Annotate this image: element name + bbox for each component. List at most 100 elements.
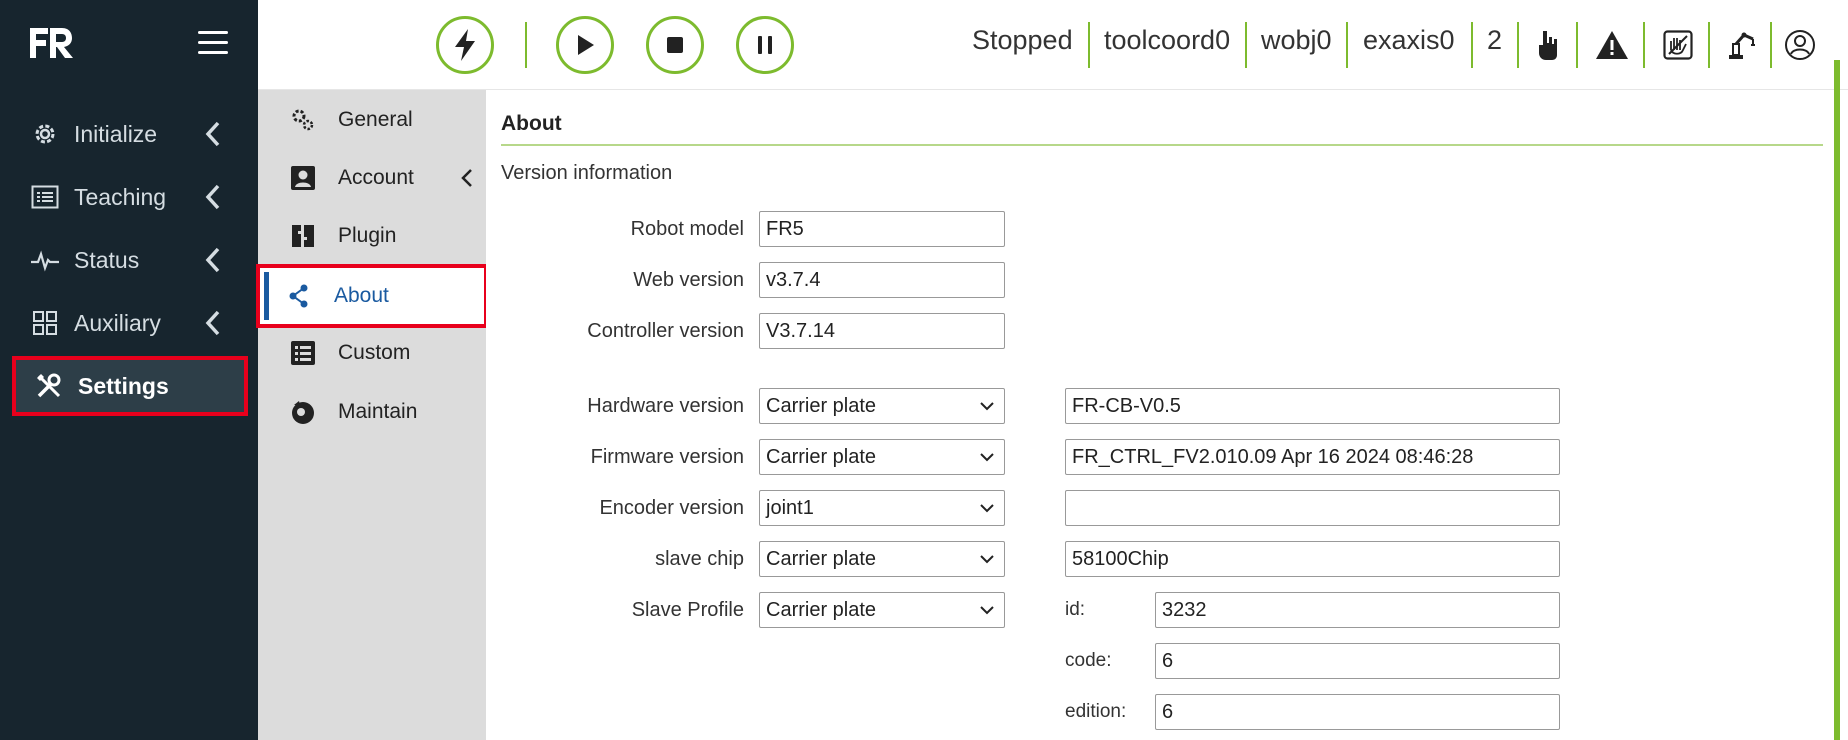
mode-number: 2 — [1487, 25, 1503, 55]
list-icon — [28, 180, 62, 214]
hardware-version-field[interactable] — [1065, 388, 1560, 424]
chevron-down-icon — [980, 555, 994, 564]
select-value: Carrier plate — [766, 547, 877, 570]
toolbar-divider — [525, 22, 527, 68]
stop-button[interactable] — [646, 16, 704, 74]
sidebar-item-status[interactable]: Status — [12, 230, 248, 290]
sidebar-item-label: Status — [74, 246, 140, 273]
plugin-icon — [288, 221, 318, 251]
maintain-icon — [288, 397, 318, 427]
select-value: Carrier plate — [766, 394, 877, 417]
encoder-version-field[interactable] — [1065, 490, 1560, 526]
encoder-version-select[interactable]: joint1 — [759, 490, 1005, 526]
select-value: Carrier plate — [766, 445, 877, 468]
firmware-version-select[interactable]: Carrier plate — [759, 439, 1005, 475]
vertical-scrollbar[interactable] — [1834, 60, 1840, 740]
profile-id-field[interactable] — [1155, 592, 1560, 628]
firmware-version-label: Firmware version — [590, 446, 744, 468]
submenu-item-general[interactable]: General — [258, 88, 486, 152]
menu-toggle-icon[interactable] — [198, 31, 228, 57]
chevron-left-icon — [461, 169, 472, 187]
submenu-item-label: Account — [338, 166, 414, 189]
slave-profile-select[interactable]: Carrier plate — [759, 592, 1005, 628]
submenu-item-about[interactable]: About — [256, 264, 488, 328]
section-subtitle: Version information — [501, 162, 673, 184]
profile-id-label: id: — [1065, 599, 1086, 620]
profile-edition-label: edition: — [1065, 701, 1127, 722]
chevron-down-icon — [980, 453, 994, 462]
main-sidebar: Initialize Teaching Status Auxiliary Set… — [0, 0, 258, 740]
web-version-field[interactable] — [759, 262, 1005, 298]
chevron-down-icon — [980, 606, 994, 615]
warning-icon[interactable] — [1594, 27, 1630, 63]
robot-model-field[interactable] — [759, 211, 1005, 247]
submenu-item-label: Custom — [338, 341, 411, 364]
work-object-display[interactable]: wobj0 — [1261, 25, 1332, 56]
sidebar-item-settings[interactable]: Settings — [12, 356, 248, 416]
page-title: About — [501, 112, 562, 135]
grid-icon — [28, 306, 62, 340]
chevron-left-icon — [205, 121, 220, 147]
robot-model-label: Robot model — [630, 218, 744, 240]
sidebar-item-label: Initialize — [74, 120, 158, 147]
stop-icon — [667, 37, 683, 53]
hardware-version-label: Hardware version — [587, 395, 744, 417]
profile-code-label: code: — [1065, 650, 1112, 671]
enable-button[interactable] — [436, 16, 494, 74]
firmware-version-field[interactable] — [1065, 439, 1560, 475]
submenu-item-label: About — [334, 284, 389, 307]
run-status: Stopped — [972, 25, 1073, 55]
chevron-down-icon — [980, 402, 994, 411]
profile-code-field[interactable] — [1155, 643, 1560, 679]
user-profile-icon[interactable] — [1782, 27, 1818, 63]
submenu-item-maintain[interactable]: Maintain — [258, 380, 486, 444]
sidebar-item-auxiliary[interactable]: Auxiliary — [12, 293, 248, 353]
slave-chip-select[interactable]: Carrier plate — [759, 541, 1005, 577]
controller-version-label: Controller version — [587, 320, 744, 342]
sidebar-item-label: Teaching — [74, 183, 167, 210]
sidebar-item-label: Settings — [78, 372, 169, 399]
account-icon — [288, 163, 318, 193]
share-icon — [284, 281, 314, 311]
toolbar-divider — [1245, 22, 1247, 68]
slave-profile-label: Slave Profile — [631, 599, 744, 621]
chevron-down-icon — [980, 504, 994, 513]
collision-detection-icon[interactable] — [1660, 27, 1696, 63]
pause-button[interactable] — [736, 16, 794, 74]
drag-mode-icon[interactable] — [1530, 27, 1566, 63]
chevron-left-icon — [205, 184, 220, 210]
toolbar-divider — [1576, 22, 1578, 68]
run-button[interactable] — [556, 16, 614, 74]
submenu-item-plugin[interactable]: Plugin — [258, 204, 486, 268]
chevron-left-icon — [205, 247, 220, 273]
active-indicator — [264, 272, 269, 320]
web-version-label: Web version — [633, 269, 744, 291]
controller-version-field[interactable] — [759, 313, 1005, 349]
slave-chip-field[interactable] — [1065, 541, 1560, 577]
tool-coord-display[interactable]: toolcoord0 — [1104, 25, 1230, 56]
submenu-item-label: Maintain — [338, 400, 418, 423]
toolbar-divider — [1517, 22, 1519, 68]
title-divider — [501, 144, 1823, 146]
submenu-item-account[interactable]: Account — [258, 146, 486, 210]
gears-icon — [288, 105, 318, 135]
top-toolbar: Stopped toolcoord0 wobj0 exaxis0 2 — [258, 0, 1848, 90]
sidebar-item-label: Auxiliary — [74, 309, 161, 336]
robot-arm-icon[interactable] — [1724, 27, 1760, 63]
profile-edition-field[interactable] — [1155, 694, 1560, 730]
hardware-version-select[interactable]: Carrier plate — [759, 388, 1005, 424]
gear-icon — [28, 117, 62, 151]
toolbar-divider — [1708, 22, 1710, 68]
toolbar-divider — [1346, 22, 1348, 68]
submenu-item-custom[interactable]: Custom — [258, 321, 486, 385]
pause-icon — [758, 36, 772, 54]
lightning-icon — [455, 29, 475, 61]
sidebar-item-teaching[interactable]: Teaching — [12, 167, 248, 227]
toolbar-divider — [1088, 22, 1090, 68]
ext-axis-display[interactable]: exaxis0 — [1363, 25, 1455, 56]
slave-chip-label: slave chip — [655, 548, 744, 570]
sidebar-item-initialize[interactable]: Initialize — [12, 104, 248, 164]
submenu-item-label: General — [338, 108, 413, 131]
chevron-left-icon — [205, 310, 220, 336]
tools-icon — [32, 369, 66, 403]
